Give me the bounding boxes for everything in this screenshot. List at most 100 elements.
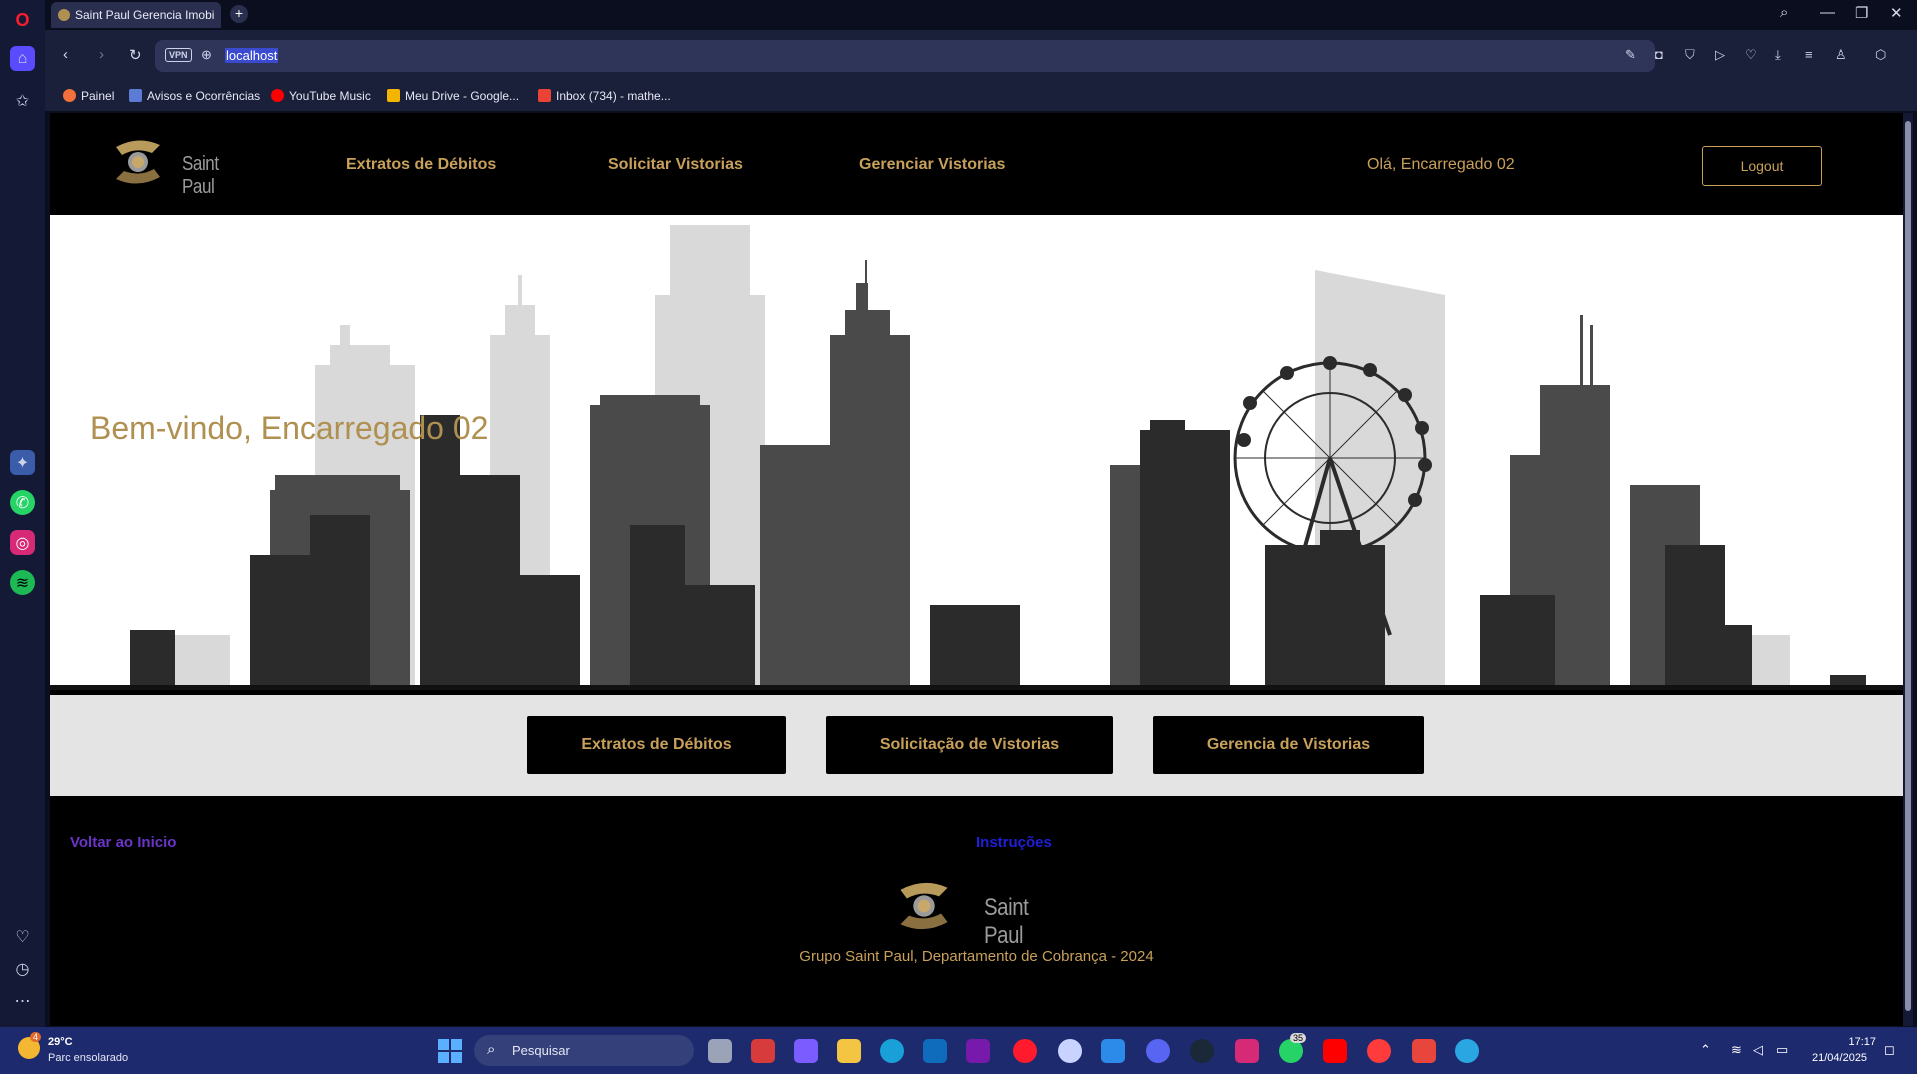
painel-icon bbox=[63, 89, 76, 102]
camera-icon[interactable]: ◘ bbox=[1655, 47, 1663, 62]
vscode-icon[interactable] bbox=[1101, 1039, 1125, 1063]
extensions-icon[interactable]: ⬡ bbox=[1875, 47, 1886, 63]
taskbar-search[interactable]: ⌕ Pesquisar bbox=[474, 1035, 694, 1066]
gmail-icon bbox=[538, 89, 551, 102]
youtube-music-taskbar-icon[interactable] bbox=[1367, 1039, 1391, 1063]
more-icon[interactable]: ⋯ bbox=[10, 988, 35, 1013]
opera-logo-icon[interactable]: O bbox=[10, 8, 35, 33]
onenote-icon[interactable] bbox=[966, 1039, 990, 1063]
reload-icon[interactable]: ↻ bbox=[129, 46, 142, 64]
scrollbar-thumb[interactable] bbox=[1905, 121, 1911, 1011]
gerencia-vistorias-button[interactable]: Gerencia de Vistorias bbox=[1153, 716, 1424, 774]
clock-time[interactable]: 17:17 bbox=[1846, 1036, 1876, 1048]
welcome-heading: Bem-vindo, Encarregado 02 bbox=[90, 410, 489, 446]
task-view-icon[interactable] bbox=[708, 1039, 732, 1063]
weather-temperature[interactable]: 29°C bbox=[48, 1036, 73, 1048]
docker-icon[interactable] bbox=[1455, 1039, 1479, 1063]
steam-icon[interactable] bbox=[1190, 1039, 1214, 1063]
maximize-button[interactable]: ❐ bbox=[1855, 4, 1868, 22]
nav-extratos[interactable]: Extratos de Débitos bbox=[346, 156, 496, 174]
vpn-badge[interactable]: VPN bbox=[165, 48, 192, 62]
spotify-icon[interactable]: ≋ bbox=[10, 570, 35, 595]
tray-chevron-icon[interactable]: ⌃ bbox=[1700, 1042, 1711, 1058]
search-placeholder: Pesquisar bbox=[512, 1043, 570, 1058]
pin-icon[interactable]: ✩ bbox=[10, 88, 35, 113]
avisos-icon bbox=[129, 89, 142, 102]
action-buttons-band: Extratos de Débitos Solicitação de Visto… bbox=[50, 695, 1903, 796]
edge-icon[interactable] bbox=[880, 1039, 904, 1063]
footer-logo: Saint Paul bbox=[894, 876, 1074, 949]
extratos-button[interactable]: Extratos de Débitos bbox=[527, 716, 786, 774]
footer-copyright: Grupo Saint Paul, Departamento de Cobran… bbox=[799, 948, 1154, 965]
aria-icon[interactable]: ✦ bbox=[10, 450, 35, 475]
bookmark-gmail[interactable]: Inbox (734) - mathe... bbox=[538, 89, 671, 103]
youtube-music-icon bbox=[271, 89, 284, 102]
tab-bar: Saint Paul Gerencia Imobi + ⌕ — ❐ ✕ bbox=[45, 0, 1917, 30]
minimize-button[interactable]: — bbox=[1820, 4, 1835, 21]
copilot-icon[interactable] bbox=[794, 1039, 818, 1063]
address-field[interactable]: VPN ⊕ localhost bbox=[155, 40, 1655, 72]
bookmark-avisos[interactable]: Avisos e Ocorrências bbox=[129, 89, 260, 103]
easy-setup-icon[interactable]: ≡ bbox=[1805, 47, 1813, 62]
logout-button[interactable]: Logout bbox=[1702, 146, 1822, 186]
instagram-icon[interactable]: ◎ bbox=[10, 530, 35, 555]
forward-icon[interactable]: › bbox=[99, 46, 104, 63]
google-drive-icon bbox=[387, 89, 400, 102]
home-icon[interactable]: ⌂ bbox=[10, 46, 35, 71]
instagram-taskbar-icon[interactable] bbox=[1235, 1039, 1259, 1063]
discord-icon[interactable] bbox=[1146, 1039, 1170, 1063]
wifi-icon[interactable]: ≋ bbox=[1731, 1042, 1742, 1058]
windows-taskbar: 4 29°C Parc ensolarado ⌕ Pesquisar 35 ⌃ … bbox=[0, 1027, 1917, 1074]
profile-icon[interactable]: ♙ bbox=[1835, 47, 1847, 63]
url-text[interactable]: localhost bbox=[225, 48, 279, 63]
volume-icon[interactable]: ◁ bbox=[1753, 1042, 1763, 1058]
tab-active[interactable]: Saint Paul Gerencia Imobi bbox=[51, 2, 221, 28]
opera-taskbar-icon[interactable] bbox=[1013, 1039, 1037, 1063]
site-logo[interactable]: Saint Paul bbox=[110, 135, 260, 198]
instructions-link[interactable]: Instruções bbox=[976, 834, 1052, 851]
saint-paul-logo-icon bbox=[900, 882, 948, 930]
search-icon: ⌕ bbox=[487, 1041, 496, 1058]
player-icon[interactable]: ▷ bbox=[1715, 47, 1725, 63]
heart-icon[interactable]: ♡ bbox=[10, 924, 35, 949]
back-to-home-link[interactable]: Voltar ao Inicio bbox=[70, 834, 176, 851]
close-window-button[interactable]: ✕ bbox=[1890, 4, 1903, 22]
address-bar-row: ‹ › ↻ VPN ⊕ localhost ✎ ◘ ⛉ ▷ ♡ ⤓ ≡ ♙ ⬡ bbox=[45, 30, 1917, 82]
new-tab-button[interactable]: + bbox=[230, 5, 248, 23]
favorites-heart-icon[interactable]: ♡ bbox=[1745, 47, 1757, 63]
snapshot-edit-icon[interactable]: ✎ bbox=[1625, 47, 1636, 63]
back-icon[interactable]: ‹ bbox=[63, 46, 68, 63]
bookmark-google-drive[interactable]: Meu Drive - Google... bbox=[387, 89, 519, 103]
nav-gerenciar-vistorias[interactable]: Gerenciar Vistorias bbox=[859, 156, 1005, 174]
battery-icon[interactable]: ▭ bbox=[1776, 1042, 1788, 1058]
steam-alt-icon[interactable] bbox=[1058, 1039, 1082, 1063]
page-scrollbar[interactable] bbox=[1903, 113, 1913, 1026]
globe-icon: ⊕ bbox=[201, 47, 212, 62]
weather-description[interactable]: Parc ensolarado bbox=[48, 1052, 128, 1064]
nav-solicitar-vistorias[interactable]: Solicitar Vistorias bbox=[608, 156, 743, 174]
search-tabs-icon[interactable]: ⌕ bbox=[1780, 4, 1788, 21]
site-footer: Voltar ao Inicio Instruções Saint Paul G… bbox=[50, 796, 1903, 1026]
youtube-icon[interactable] bbox=[1323, 1039, 1347, 1063]
windows-start-icon[interactable] bbox=[438, 1039, 462, 1063]
wps-office-icon[interactable] bbox=[1412, 1039, 1436, 1063]
user-greeting: Olá, Encarregado 02 bbox=[1367, 156, 1515, 173]
history-icon[interactable]: ◷ bbox=[10, 956, 35, 981]
city-skyline-illustration bbox=[50, 225, 1903, 690]
saint-paul-logo-icon bbox=[116, 140, 160, 184]
footer-logo-text: Saint Paul bbox=[984, 894, 1029, 949]
whatsapp-icon[interactable]: ✆ bbox=[10, 490, 35, 515]
whatsapp-badge: 35 bbox=[1290, 1033, 1307, 1043]
solicitacao-vistorias-button[interactable]: Solicitação de Vistorias bbox=[826, 716, 1113, 774]
file-explorer-icon[interactable] bbox=[837, 1039, 861, 1063]
notifications-icon[interactable]: ◻ bbox=[1884, 1042, 1895, 1058]
bookmark-painel[interactable]: Painel bbox=[63, 89, 114, 103]
opera-sidebar: O ⌂ ✩ ✦ ✆ ◎ ≋ ♡ ◷ ⋯ bbox=[0, 0, 45, 1027]
shield-icon[interactable]: ⛉ bbox=[1685, 47, 1695, 63]
outlook-icon[interactable] bbox=[923, 1039, 947, 1063]
download-icon[interactable]: ⤓ bbox=[1775, 47, 1781, 63]
clock-date[interactable]: 21/04/2025 bbox=[1812, 1052, 1867, 1064]
bookmark-youtube-music[interactable]: YouTube Music bbox=[271, 89, 371, 103]
weather-badge: 4 bbox=[30, 1032, 42, 1042]
microsoft-store-icon[interactable] bbox=[751, 1039, 775, 1063]
